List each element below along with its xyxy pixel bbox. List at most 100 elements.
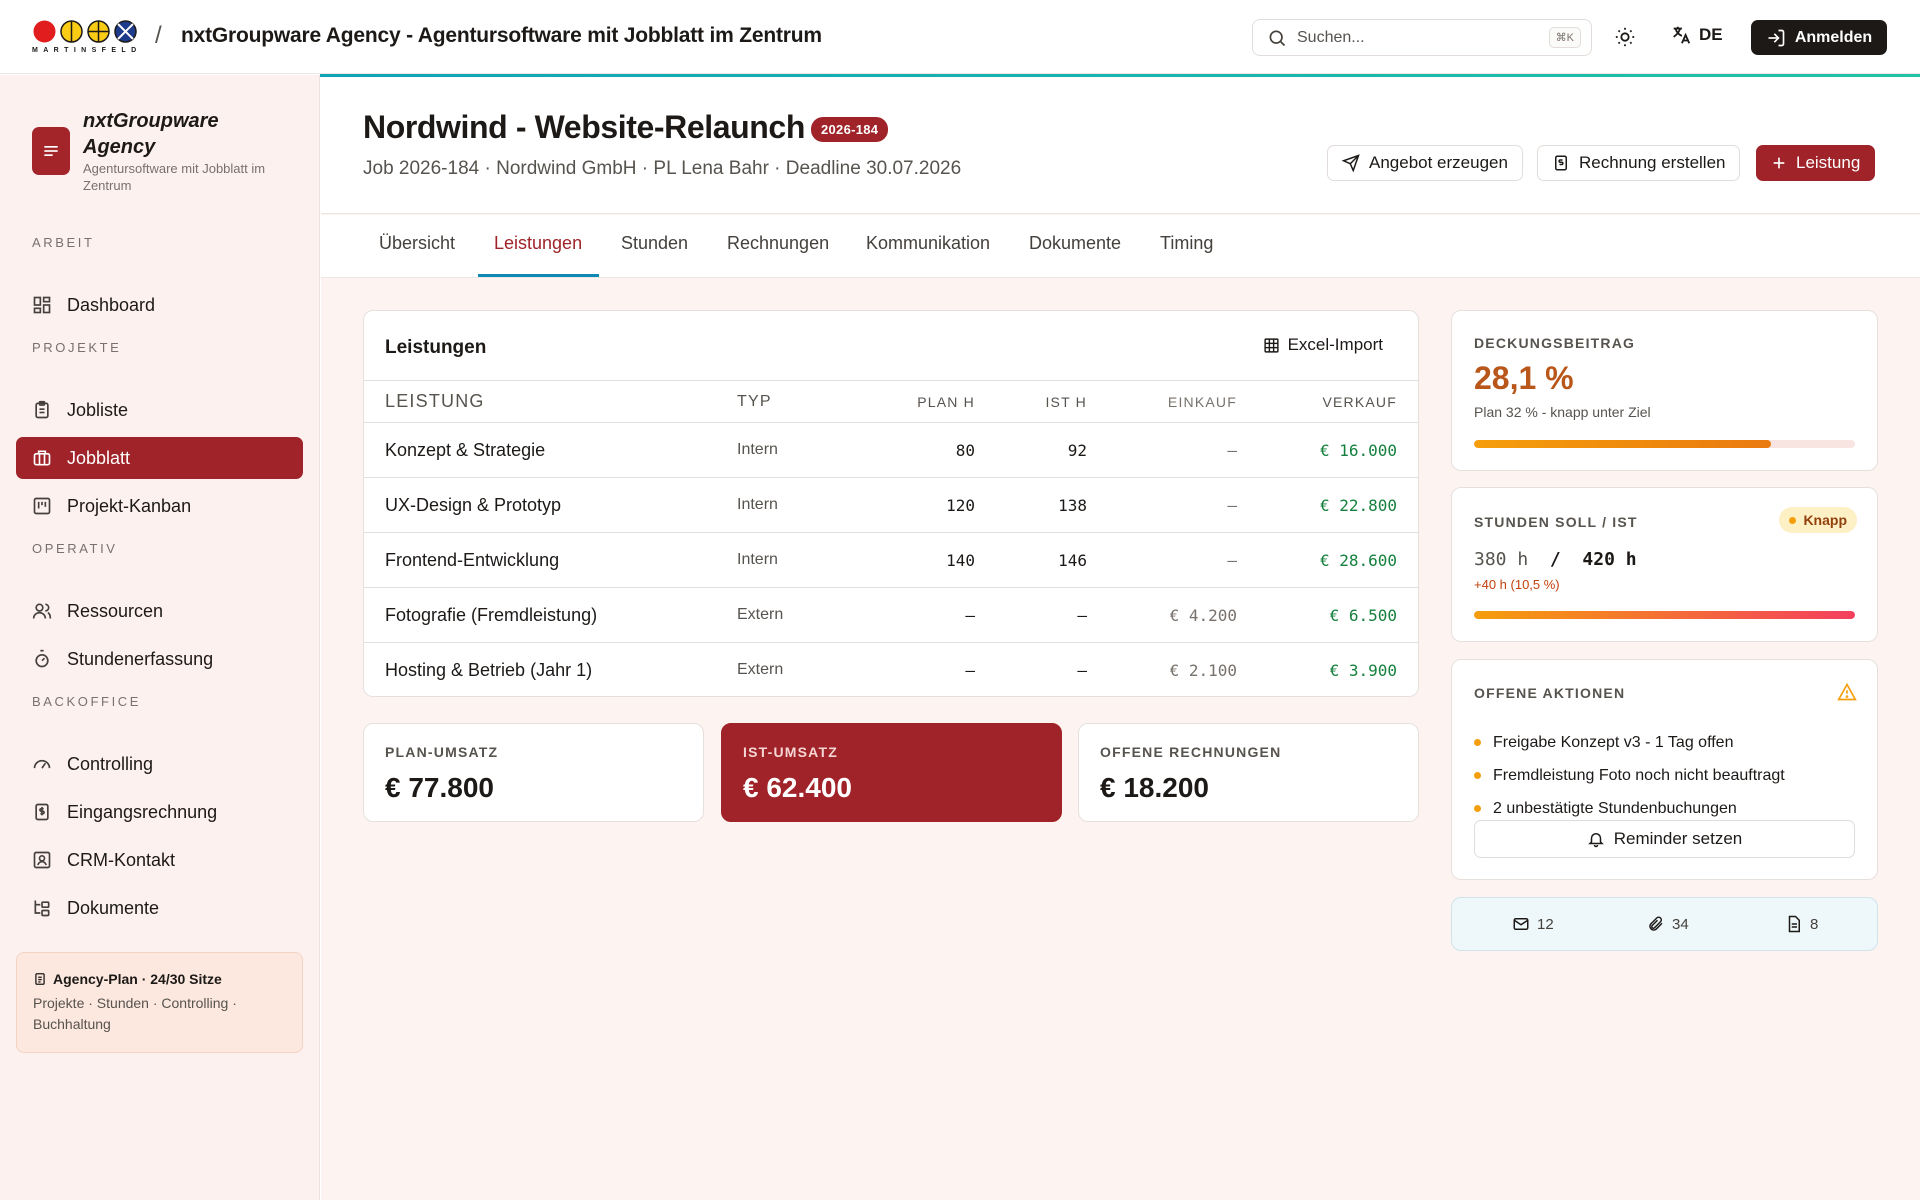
nav-item-ressourcen[interactable]: Ressourcen xyxy=(16,590,303,632)
tab-uebersicht[interactable]: Übersicht xyxy=(379,233,455,270)
nav-item-crm-kontakt[interactable]: CRM-Kontakt xyxy=(16,839,303,881)
actual-hours: 92 xyxy=(975,422,1087,478)
table-row[interactable]: Frontend-Entwicklung Intern 140 146 – € … xyxy=(364,532,1418,588)
nav-heading-arbeit: ARBEIT xyxy=(32,235,95,250)
nav-item-projekt-kanban[interactable]: Projekt-Kanban xyxy=(16,485,303,527)
mail-count[interactable]: 12 xyxy=(1512,915,1554,933)
purchase-price: – xyxy=(1087,477,1237,533)
table-row[interactable]: Fotografie (Fremdleistung) Extern – – € … xyxy=(364,587,1418,643)
hours-comparison: 380 h / 420 h xyxy=(1474,549,1637,570)
document-count[interactable]: 8 xyxy=(1785,915,1818,933)
kpi-label: IST-UMSATZ xyxy=(743,744,838,760)
logo-wordmark: MARTINSFELD xyxy=(32,47,142,54)
action-text: Fremdleistung Foto noch nicht beauftragt xyxy=(1493,766,1785,784)
list-item[interactable]: Fremdleistung Foto noch nicht beauftragt xyxy=(1474,759,1785,792)
kanban-icon xyxy=(33,497,51,515)
action-text: Freigabe Konzept v3 - 1 Tag offen xyxy=(1493,733,1734,751)
search-box[interactable]: ⌘K xyxy=(1252,19,1592,56)
search-input[interactable] xyxy=(1297,28,1527,47)
brand-logo[interactable] xyxy=(32,127,70,175)
nav-item-eingangsrechnung[interactable]: Eingangsrechnung xyxy=(16,791,303,833)
sale-price: € 3.900 xyxy=(1329,660,1397,680)
nav-item-dokumente[interactable]: Dokumente xyxy=(16,887,303,929)
excel-import-label: Excel-Import xyxy=(1287,335,1383,354)
hours-separator: / xyxy=(1549,549,1561,570)
list-item[interactable]: Freigabe Konzept v3 - 1 Tag offen xyxy=(1474,726,1785,759)
communication-stats: 12 34 8 xyxy=(1451,897,1878,951)
attachment-count[interactable]: 34 xyxy=(1647,915,1689,933)
planned-hours: 140 xyxy=(862,532,975,588)
column-header[interactable]: PLAN H xyxy=(862,380,975,423)
create-invoice-label: Rechnung erstellen xyxy=(1579,153,1726,172)
tab-timing[interactable]: Timing xyxy=(1160,233,1213,270)
nav-label: Jobblatt xyxy=(67,447,131,468)
service-type: Extern xyxy=(737,661,784,679)
hours-label: STUNDEN SOLL / IST xyxy=(1474,514,1638,530)
menu-icon xyxy=(44,146,58,156)
actual-hours: – xyxy=(1077,660,1087,680)
nav-item-dashboard[interactable]: Dashboard xyxy=(16,284,303,326)
nav-item-jobblatt[interactable]: Jobblatt xyxy=(16,437,303,479)
service-name: Frontend-Entwicklung xyxy=(364,532,737,588)
table-row[interactable]: Konzept & Strategie Intern 80 92 – € 16.… xyxy=(364,422,1418,478)
nav-item-jobliste[interactable]: Jobliste xyxy=(16,389,303,431)
job-meta: Job 2026-184 · Nordwind GmbH · PL Lena B… xyxy=(363,158,962,179)
create-offer-button[interactable]: Angebot erzeugen xyxy=(1327,145,1523,181)
nav-label: Ressourcen xyxy=(67,600,164,621)
column-header[interactable]: VERKAUF xyxy=(1237,380,1418,423)
column-header[interactable]: EINKAUF xyxy=(1087,380,1237,423)
margin-card: DECKUNGSBEITRAG 28,1 % Plan 32 % - knapp… xyxy=(1451,310,1878,471)
tab-kommunikation[interactable]: Kommunikation xyxy=(866,233,990,270)
main-content: Nordwind - Website-Relaunch 2026-184 Job… xyxy=(321,77,1920,1200)
create-invoice-button[interactable]: Rechnung erstellen xyxy=(1537,145,1741,181)
nav-heading-operativ: OPERATIV xyxy=(32,541,118,556)
tab-leistungen[interactable]: Leistungen xyxy=(494,233,582,270)
purchase-price: € 2.100 xyxy=(1169,660,1237,680)
service-type: Extern xyxy=(737,587,862,643)
theme-toggle-button[interactable] xyxy=(1612,24,1638,50)
job-title: Nordwind - Website-Relaunch xyxy=(363,109,805,145)
table-row[interactable]: UX-Design & Prototyp Intern 120 138 – € … xyxy=(364,477,1418,533)
login-button[interactable]: Anmelden xyxy=(1751,20,1887,55)
sun-icon xyxy=(1615,27,1635,47)
column-header[interactable]: LEISTUNG xyxy=(364,380,737,423)
purchase-price: – xyxy=(1087,532,1237,588)
nav-label: Dokumente xyxy=(67,897,160,918)
job-header: Nordwind - Website-Relaunch 2026-184 Job… xyxy=(321,77,1920,214)
briefcase-icon xyxy=(33,450,51,466)
tab-rechnungen[interactable]: Rechnungen xyxy=(727,233,829,270)
planned-hours: 380 h xyxy=(1474,549,1529,570)
nav-label: Dashboard xyxy=(67,294,156,315)
services-title: Leistungen xyxy=(385,337,487,358)
hours-delta: +40 h (10,5 %) xyxy=(1474,577,1560,592)
plan-title: Agency-Plan · 24/30 Sitze xyxy=(53,971,222,987)
margin-note: Plan 32 % - knapp unter Ziel xyxy=(1474,404,1651,420)
nav-item-stundenerfassung[interactable]: Stundenerfassung xyxy=(16,638,303,680)
language-switcher[interactable]: DE xyxy=(1670,24,1723,46)
service-type: Intern xyxy=(737,532,862,588)
tab-stunden[interactable]: Stunden xyxy=(621,233,688,270)
tab-dokumente[interactable]: Dokumente xyxy=(1029,233,1121,270)
open-actions-list: Freigabe Konzept v3 - 1 Tag offen Fremdl… xyxy=(1474,726,1785,825)
invoice-icon xyxy=(1555,155,1567,171)
excel-import-button[interactable]: Excel-Import xyxy=(1263,335,1383,355)
column-header[interactable]: IST H xyxy=(975,380,1087,423)
planned-hours: – xyxy=(965,660,975,680)
add-service-button[interactable]: Leistung xyxy=(1756,145,1876,181)
services-card: Leistungen Excel-Import LEISTUNG TYP PLA… xyxy=(363,310,1419,697)
martinsfeld-logo[interactable]: MARTINSFELD xyxy=(32,19,140,55)
kpi-value: € 77.800 xyxy=(385,772,494,803)
set-reminder-button[interactable]: Reminder setzen xyxy=(1474,820,1855,858)
job-number-badge: 2026-184 xyxy=(811,117,889,142)
active-tab-indicator xyxy=(478,274,599,277)
table-row[interactable]: Hosting & Betrieb (Jahr 1) Extern – – € … xyxy=(364,643,1418,698)
login-label: Anmelden xyxy=(1794,28,1873,46)
gauge-icon xyxy=(33,759,51,769)
nav-label: Stundenerfassung xyxy=(67,648,214,669)
plan-features: Projekte · Stunden · Controlling · Buchh… xyxy=(33,995,237,1032)
open-actions-card: OFFENE AKTIONEN Freigabe Konzept v3 - 1 … xyxy=(1451,659,1878,880)
margin-progress-bar xyxy=(1474,440,1855,448)
nav-item-controlling[interactable]: Controlling xyxy=(16,743,303,785)
column-header[interactable]: TYP xyxy=(737,380,862,423)
plan-revenue-card: PLAN-UMSATZ € 77.800 xyxy=(363,723,704,822)
